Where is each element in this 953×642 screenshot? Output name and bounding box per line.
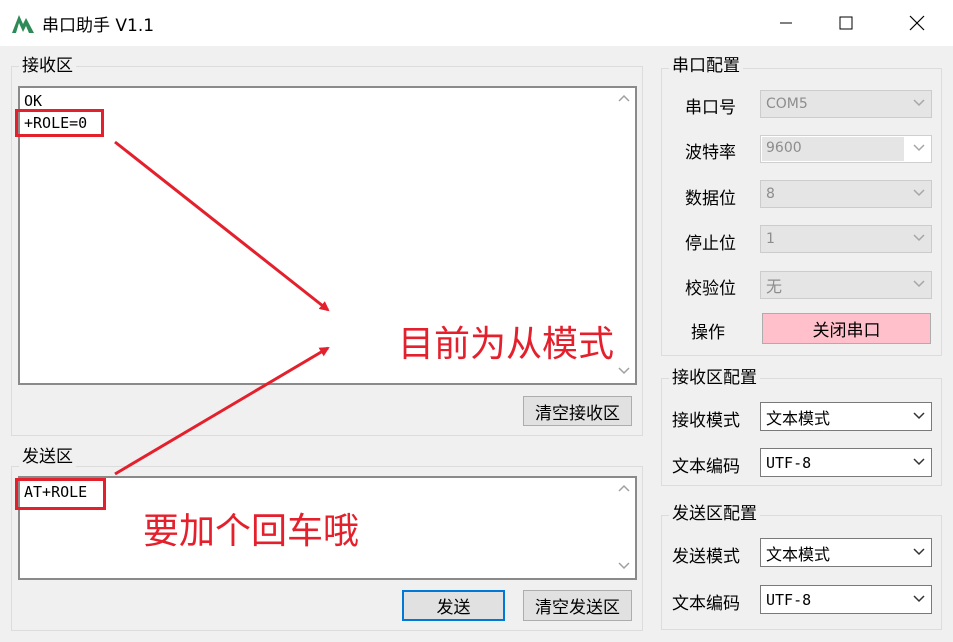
arrow-from-role bbox=[114, 140, 330, 312]
arrow-from-send bbox=[114, 346, 330, 476]
annotation-receive-note: 目前为从模式 bbox=[398, 324, 615, 365]
annotation-send-note: 要加个回车哦 bbox=[143, 511, 360, 552]
